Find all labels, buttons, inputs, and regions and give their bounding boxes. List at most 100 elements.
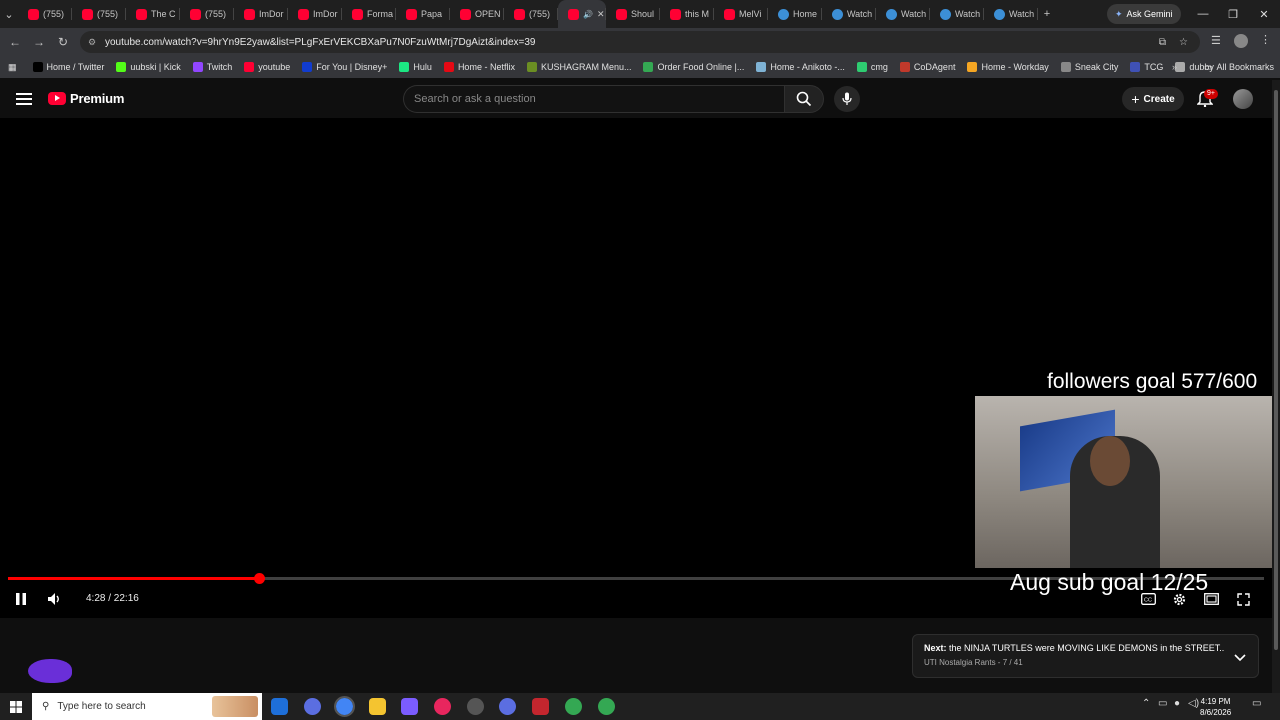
captions-button[interactable]: CC — [1140, 591, 1156, 607]
tab-label: Watch — [901, 9, 927, 19]
browser-tab[interactable]: 🔊 ✕ — [558, 0, 606, 28]
restore-button[interactable]: ❐ — [1218, 0, 1248, 28]
forward-button[interactable]: → — [27, 30, 51, 54]
windows-start-icon[interactable] — [10, 700, 22, 713]
chrome-menu-icon[interactable]: ⋮ — [1260, 33, 1271, 46]
taskbar-search-input[interactable]: ⚲ Type here to search — [32, 693, 262, 720]
tab-search-icon[interactable]: ☰ — [1211, 34, 1221, 47]
minimize-button[interactable]: — — [1188, 0, 1218, 28]
bookmark-item[interactable]: Home - Anikoto -... — [750, 62, 851, 72]
microphone-tray-icon[interactable]: ● — [1174, 698, 1180, 709]
settings-button[interactable] — [1171, 591, 1187, 607]
browser-tab[interactable]: (755) — [504, 0, 558, 28]
taskbar-clock[interactable]: 4:19 PM 8/6/2026 — [1200, 696, 1231, 718]
audio-playing-icon[interactable]: 🔊 — [583, 10, 593, 19]
next-video-card[interactable]: Next: the NINJA TURTLES were MOVING LIKE… — [912, 634, 1259, 678]
bookmark-label: For You | Disney+ — [316, 62, 388, 72]
browser-tab[interactable]: Watch — [930, 0, 984, 28]
pause-button[interactable] — [13, 591, 29, 607]
url-field[interactable]: ⚙ youtube.com/watch?v=9hrYn9E2yaw&list=P… — [80, 31, 1200, 53]
chrome-profile-icon[interactable] — [598, 698, 615, 715]
browser-tab[interactable]: Papa — [396, 0, 450, 28]
bookmark-item[interactable]: uubski | Kick — [110, 62, 186, 72]
search-input[interactable]: Search or ask a question — [403, 85, 784, 113]
bookmark-item[interactable]: youtube — [238, 62, 296, 72]
search-button[interactable] — [784, 85, 824, 113]
bookmark-item[interactable]: For You | Disney+ — [296, 62, 393, 72]
bookmark-item[interactable]: Twitch — [187, 62, 239, 72]
notification-center-icon[interactable]: ▭ — [1252, 698, 1261, 709]
youtube-logo[interactable]: Premium — [48, 91, 124, 106]
bookmark-item[interactable]: Sneak City — [1055, 62, 1125, 72]
adobe-icon[interactable] — [532, 698, 549, 715]
profile-icon[interactable] — [1234, 34, 1248, 48]
browser-tab[interactable]: (755) — [180, 0, 234, 28]
create-button[interactable]: + Create — [1122, 87, 1184, 111]
new-tab-button[interactable]: + — [1038, 0, 1056, 28]
chrome-taskbar-icon[interactable] — [334, 696, 355, 717]
search-icon: ⚲ — [42, 701, 50, 712]
scrollbar-thumb[interactable] — [1274, 90, 1278, 650]
bookmarks-overflow-icon[interactable]: » — [1172, 62, 1177, 72]
browser-tab[interactable]: Forma — [342, 0, 396, 28]
svg-text:CC: CC — [1144, 598, 1152, 604]
volume-button[interactable] — [46, 591, 64, 607]
reload-button[interactable]: ↻ — [51, 30, 75, 54]
account-avatar[interactable] — [1233, 89, 1253, 109]
chevron-down-icon[interactable] — [1234, 649, 1246, 667]
bookmark-item[interactable]: KUSHAGRAM Menu... — [521, 62, 638, 72]
browser-tab[interactable]: ImDor — [288, 0, 342, 28]
browser-tab[interactable]: Watch — [822, 0, 876, 28]
install-app-icon[interactable]: ⧉ — [1159, 37, 1166, 48]
browser-tab[interactable]: MelVi — [714, 0, 768, 28]
browser-tab[interactable]: (755) — [18, 0, 72, 28]
game-controller-icon[interactable] — [401, 698, 418, 715]
bookmark-label: youtube — [258, 62, 291, 72]
tab-search-icon[interactable]: ⌄ — [0, 0, 18, 28]
progress-bar[interactable] — [8, 573, 1264, 584]
bookmark-item[interactable]: TCG — [1124, 62, 1169, 72]
back-button[interactable]: ← — [3, 30, 27, 54]
youtube-favicon-icon — [136, 8, 147, 20]
taskbar-app-icon[interactable] — [271, 698, 288, 715]
media-player-icon[interactable] — [434, 698, 451, 715]
bookmark-star-icon[interactable]: ☆ — [1179, 37, 1188, 48]
chrome-profile-icon[interactable] — [565, 698, 582, 715]
bookmark-item[interactable]: Hulu — [393, 62, 438, 72]
apps-icon[interactable]: ▦ — [0, 62, 27, 73]
network-icon[interactable]: ▭ — [1158, 698, 1167, 709]
page-scrollbar[interactable] — [1272, 80, 1280, 693]
browser-tab[interactable]: Watch — [984, 0, 1038, 28]
file-explorer-icon[interactable] — [369, 698, 386, 715]
browser-tab[interactable]: Watch — [876, 0, 930, 28]
browser-tab[interactable]: OPEN — [450, 0, 504, 28]
miniplayer-button[interactable] — [1203, 591, 1219, 607]
bookmark-item[interactable]: Order Food Online |... — [637, 62, 750, 72]
site-info-icon[interactable]: ⚙ — [88, 37, 96, 48]
volume-tray-icon[interactable]: ◁) — [1188, 698, 1199, 709]
all-bookmarks-button[interactable]: ▭ All Bookmarks — [1198, 62, 1280, 73]
browser-tab[interactable]: Shoul — [606, 0, 660, 28]
show-hidden-icons-icon[interactable]: ⌃ — [1142, 698, 1150, 709]
taskbar-app-icon[interactable] — [304, 698, 321, 715]
bookmark-item[interactable]: CoDAgent — [894, 62, 962, 72]
browser-tab[interactable]: The C — [126, 0, 180, 28]
close-window-button[interactable]: ✕ — [1249, 0, 1279, 28]
bookmark-item[interactable]: Home - Netflix — [438, 62, 521, 72]
bookmark-favicon-icon — [643, 62, 654, 72]
browser-tab[interactable]: this M — [660, 0, 714, 28]
ask-gemini-button[interactable]: ✦ Ask Gemini — [1107, 4, 1181, 24]
bookmark-item[interactable]: cmg — [851, 62, 894, 72]
steam-icon[interactable] — [467, 698, 484, 715]
hamburger-menu-icon[interactable] — [16, 93, 32, 105]
browser-tab[interactable]: Home — [768, 0, 822, 28]
bookmark-item[interactable]: Home / Twitter — [27, 62, 111, 72]
fullscreen-button[interactable] — [1235, 591, 1251, 607]
discord-icon[interactable] — [499, 698, 516, 715]
browser-tab[interactable]: ImDor — [234, 0, 288, 28]
close-tab-icon[interactable]: ✕ — [597, 9, 605, 20]
bookmark-item[interactable]: Home - Workday — [961, 62, 1054, 72]
browser-tab[interactable]: (755) — [72, 0, 126, 28]
voice-search-button[interactable] — [834, 86, 860, 112]
miniplayer-icon — [1203, 593, 1219, 605]
